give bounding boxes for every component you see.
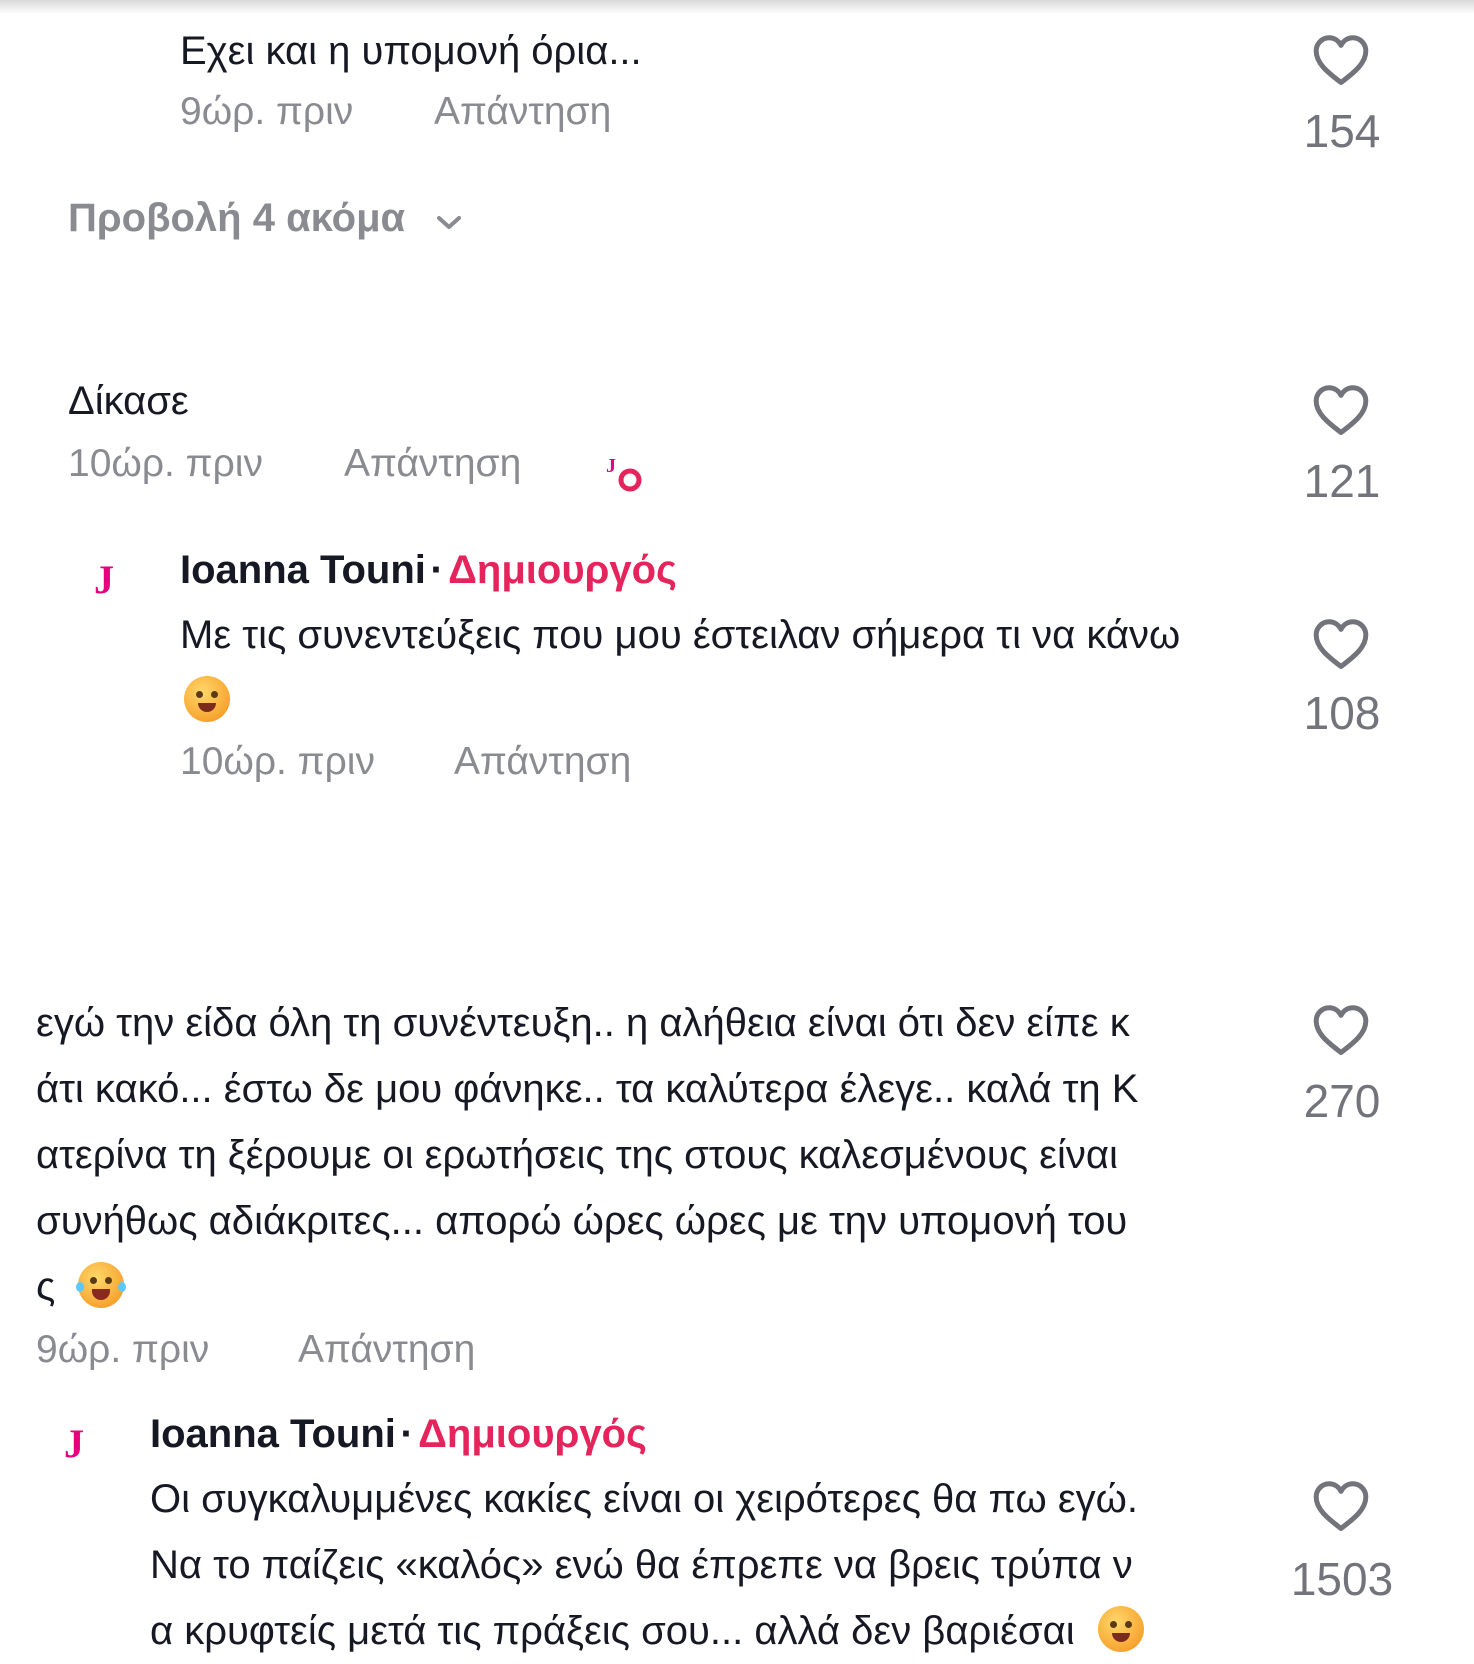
comment-text-tail: α κρυφτείς μετά τις πράξεις σου... αλλά … — [150, 1609, 1075, 1653]
comment-text-line: εγώ την είδα όλη τη συνέντευξη.. η αλήθε… — [36, 1001, 1130, 1045]
author-separator: · — [400, 1412, 414, 1456]
like-count: 1503 — [1290, 1553, 1394, 1605]
avatar[interactable]: J — [64, 1420, 84, 1467]
drooling-face-emoji — [184, 676, 230, 722]
comment-text-line: Να το παίζεις «καλός» ενώ θα έπρεπε να β… — [150, 1543, 1133, 1587]
like-count: 108 — [1303, 687, 1381, 739]
reply-button[interactable]: Απάντηση — [344, 442, 521, 486]
like-button[interactable] — [1312, 1480, 1370, 1537]
comment-text: Δίκασε — [68, 379, 189, 423]
top-shadow — [0, 0, 1474, 14]
comment-time: 10ώρ. πριν — [180, 740, 375, 783]
reply-button[interactable]: Απάντηση — [454, 740, 631, 784]
comment-time: 9ώρ. πριν — [36, 1328, 210, 1371]
like-count: 154 — [1303, 105, 1381, 157]
heart-outline-icon — [1313, 619, 1369, 669]
avatar[interactable]: J — [94, 556, 114, 603]
comment-author-line: Ioanna Touni · Δημιουργός — [150, 1412, 647, 1457]
comment-text-line: ς — [36, 1254, 127, 1320]
heart-outline-icon — [1313, 1005, 1369, 1055]
like-count: 121 — [1303, 455, 1381, 507]
heart-outline-icon — [1313, 35, 1369, 85]
creator-liked-icon: J — [604, 450, 652, 496]
svg-text:J: J — [606, 455, 616, 477]
reply-button[interactable]: Απάντηση — [434, 90, 611, 134]
like-button[interactable] — [1312, 34, 1370, 91]
comment-text: Εχει και η υπομονή όρια... — [180, 29, 642, 73]
heart-outline-icon — [1313, 1481, 1369, 1531]
comment-text-line: συνήθως αδιάκριτες... απορώ ώρες ώρες με… — [36, 1199, 1128, 1243]
comment-time: 10ώρ. πριν — [68, 442, 263, 485]
comment-author-line: Ioanna Touni · Δημιουργός — [180, 548, 677, 593]
comment-text-line: Οι συγκαλυμμένες κακίες είναι οι χειρότε… — [150, 1477, 1139, 1521]
author-name[interactable]: Ioanna Touni — [150, 1412, 396, 1456]
laughing-tears-emoji — [76, 1262, 127, 1308]
comment-text-line: ατερίνα τη ξέρουμε οι ερωτήσεις της στου… — [36, 1133, 1118, 1177]
like-button[interactable] — [1312, 1004, 1370, 1061]
reply-button[interactable]: Απάντηση — [298, 1328, 475, 1372]
like-count: 270 — [1303, 1075, 1381, 1127]
author-name[interactable]: Ioanna Touni — [180, 548, 426, 592]
like-button[interactable] — [1312, 618, 1370, 675]
chevron-down-icon — [437, 216, 462, 229]
creator-badge: Δημιουργός — [448, 548, 677, 592]
view-more-replies-button[interactable]: Προβολή 4 ακόμα — [68, 196, 464, 241]
comment-text-line: άτι κακό... έστω δε μου φάνηκε.. τα καλύ… — [36, 1067, 1139, 1111]
like-button[interactable] — [1312, 384, 1370, 441]
creator-badge: Δημιουργός — [418, 1412, 647, 1456]
author-separator: · — [430, 548, 444, 592]
drooling-face-emoji — [1097, 1606, 1144, 1652]
comment-time: 9ώρ. πριν — [180, 90, 354, 133]
comment-text-line: α κρυφτείς μετά τις πράξεις σου... αλλά … — [150, 1598, 1144, 1664]
comment-text: Με τις συνεντεύξεις που μου έστειλαν σήμ… — [180, 613, 1181, 657]
heart-outline-icon — [1313, 385, 1369, 435]
comment-text-tail: ς — [36, 1265, 56, 1309]
view-more-label: Προβολή 4 ακόμα — [68, 196, 406, 240]
